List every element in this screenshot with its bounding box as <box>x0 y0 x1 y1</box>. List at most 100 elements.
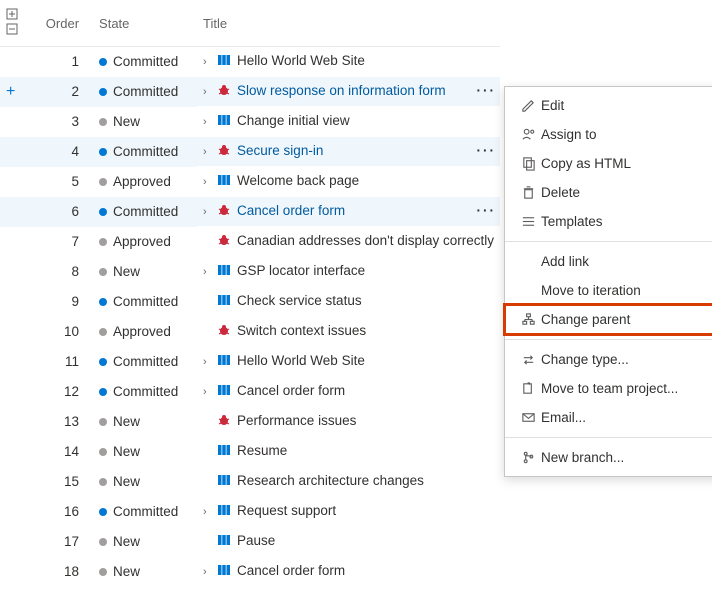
header-title[interactable]: Title <box>197 0 500 47</box>
work-item-title[interactable]: Hello World Web Site <box>237 53 365 68</box>
work-item-title[interactable]: Cancel order form <box>237 203 345 218</box>
state-dot-icon <box>99 118 107 126</box>
menu-item-label: Add link <box>541 254 589 269</box>
row-gutter <box>0 137 40 167</box>
row-gutter <box>0 377 40 407</box>
table-row[interactable]: 12Committed›Cancel order form <box>0 377 500 407</box>
work-item-title[interactable]: Research architecture changes <box>237 473 424 488</box>
state-cell: Approved <box>93 317 197 347</box>
state-label: Approved <box>113 324 171 339</box>
menu-item-assign-to[interactable]: Assign to› <box>505 120 712 149</box>
order-cell: 1 <box>40 47 93 77</box>
state-label: New <box>113 444 140 459</box>
work-item-title[interactable]: GSP locator interface <box>237 263 365 278</box>
bug-icon <box>217 83 231 100</box>
menu-item-email[interactable]: Email... <box>505 403 712 432</box>
table-row[interactable]: 11Committed›Hello World Web Site <box>0 347 500 377</box>
chevron-right-icon[interactable]: › <box>203 206 213 218</box>
add-item-icon[interactable]: + <box>6 83 15 100</box>
chevron-right-icon <box>203 416 213 428</box>
chevron-right-icon[interactable]: › <box>203 176 213 188</box>
chevron-right-icon[interactable]: › <box>203 146 213 158</box>
state-label: Approved <box>113 234 171 249</box>
table-row[interactable]: 3New›Change initial view <box>0 107 500 137</box>
table-row[interactable]: 18New›Cancel order form <box>0 557 500 587</box>
state-label: New <box>113 474 140 489</box>
work-item-title[interactable]: Request support <box>237 503 336 518</box>
collapse-all-icon[interactable] <box>6 23 18 35</box>
order-cell: 14 <box>40 437 93 467</box>
state-cell: New <box>93 107 197 137</box>
state-cell: Approved <box>93 167 197 197</box>
order-cell: 8 <box>40 257 93 287</box>
table-row[interactable]: 4Committed›Secure sign-in··· <box>0 137 500 167</box>
menu-item-new-branch[interactable]: New branch... <box>505 443 712 472</box>
chevron-right-icon[interactable]: › <box>203 86 213 98</box>
more-actions-icon[interactable]: ··· <box>477 203 497 218</box>
work-item-title[interactable]: Canadian addresses don't display correct… <box>237 233 494 248</box>
chevron-right-icon <box>203 326 213 338</box>
menu-item-change-parent[interactable]: Change parent <box>505 305 712 334</box>
work-item-title[interactable]: Welcome back page <box>237 173 359 188</box>
menu-item-label: Copy as HTML <box>541 156 631 171</box>
chevron-right-icon[interactable]: › <box>203 506 213 518</box>
table-row[interactable]: 8New›GSP locator interface <box>0 257 500 287</box>
chevron-right-icon[interactable]: › <box>203 116 213 128</box>
work-item-title[interactable]: Pause <box>237 533 275 548</box>
work-item-title[interactable]: Secure sign-in <box>237 143 323 158</box>
menu-item-templates[interactable]: Templates› <box>505 207 712 236</box>
state-cell: Committed <box>93 77 197 107</box>
work-item-title[interactable]: Performance issues <box>237 413 356 428</box>
chevron-right-icon[interactable]: › <box>203 566 213 578</box>
menu-separator <box>505 241 712 242</box>
chevron-right-icon[interactable]: › <box>203 356 213 368</box>
chevron-right-icon[interactable]: › <box>203 386 213 398</box>
chevron-right-icon[interactable]: › <box>203 56 213 68</box>
table-row[interactable]: 15New Research architecture changes <box>0 467 500 497</box>
backlog-item-icon <box>217 263 231 280</box>
work-item-title[interactable]: Slow response on information form <box>237 83 446 98</box>
menu-item-copy-as-html[interactable]: Copy as HTML <box>505 149 712 178</box>
menu-item-edit[interactable]: Edit <box>505 91 712 120</box>
header-state[interactable]: State <box>93 0 197 47</box>
menu-item-move-to-iteration[interactable]: Move to iteration› <box>505 276 712 305</box>
table-row[interactable]: 14 New Resume <box>0 437 500 467</box>
table-row[interactable]: 13New Performance issues <box>0 407 500 437</box>
more-actions-icon[interactable]: ··· <box>477 143 497 158</box>
menu-item-move-to-team-project[interactable]: Move to team project... <box>505 374 712 403</box>
table-row[interactable]: 5Approved›Welcome back page <box>0 167 500 197</box>
table-row[interactable]: 16Committed›Request support <box>0 497 500 527</box>
work-item-title[interactable]: Hello World Web Site <box>237 353 365 368</box>
work-item-title[interactable]: Cancel order form <box>237 563 345 578</box>
work-item-title[interactable]: Change initial view <box>237 113 350 128</box>
table-row[interactable]: 7Approved Canadian addresses don't displ… <box>0 227 500 257</box>
work-item-title[interactable]: Check service status <box>237 293 362 308</box>
menu-item-add-link[interactable]: Add link› <box>505 247 712 276</box>
menu-item-delete[interactable]: Delete <box>505 178 712 207</box>
header-order[interactable]: Order <box>40 0 93 47</box>
table-row[interactable]: 9Committed Check service status <box>0 287 500 317</box>
delete-icon <box>515 185 541 200</box>
order-cell: 9 <box>40 287 93 317</box>
more-actions-icon[interactable]: ··· <box>477 83 497 98</box>
table-row[interactable]: 17New Pause <box>0 527 500 557</box>
table-row[interactable]: +2Committed › Slow response on information… <box>0 77 500 107</box>
title-cell: › Hello World Web Site <box>197 47 500 77</box>
menu-item-label: Change type... <box>541 352 629 367</box>
state-label: Committed <box>113 354 178 369</box>
row-gutter <box>0 347 40 377</box>
table-row[interactable]: 1Committed›Hello World Web Site <box>0 47 500 77</box>
chevron-right-icon[interactable]: › <box>203 266 213 278</box>
row-gutter <box>0 227 40 257</box>
order-cell: 2 <box>40 77 93 107</box>
row-gutter <box>0 287 40 317</box>
table-row[interactable]: 6Committed›Cancel order form··· <box>0 197 500 227</box>
state-cell: Committed <box>93 377 197 407</box>
work-item-title[interactable]: Cancel order form <box>237 383 345 398</box>
menu-item-change-type[interactable]: Change type... <box>505 345 712 374</box>
expand-all-icon[interactable] <box>6 8 18 20</box>
title-cell: Resume <box>197 437 500 467</box>
work-item-title[interactable]: Resume <box>237 443 287 458</box>
table-row[interactable]: 10Approved Switch context issues <box>0 317 500 347</box>
work-item-title[interactable]: Switch context issues <box>237 323 366 338</box>
